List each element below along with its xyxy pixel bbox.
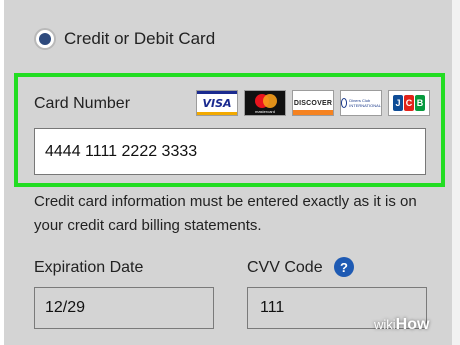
diners-club-logo: Diners Club INTERNATIONAL — [340, 90, 382, 116]
wikihow-watermark: wikiHow — [374, 316, 430, 333]
card-number-input[interactable] — [34, 128, 426, 175]
expiration-date-label: Expiration Date — [34, 259, 144, 276]
jcb-logo: J C B — [388, 90, 430, 116]
radio-button[interactable] — [34, 28, 56, 50]
card-logos: VISA mastercard DISCOVER Diners Club INT… — [196, 90, 430, 116]
discover-logo: DISCOVER — [292, 90, 334, 116]
credit-card-option[interactable]: Credit or Debit Card — [34, 28, 215, 50]
mastercard-logo: mastercard — [244, 90, 286, 116]
card-info-note: Credit card information must be entered … — [34, 193, 417, 234]
expiration-date-input[interactable] — [34, 287, 214, 329]
credit-card-option-label: Credit or Debit Card — [64, 29, 216, 48]
visa-logo: VISA — [196, 90, 238, 116]
radio-selected-dot — [39, 33, 51, 45]
help-icon[interactable]: ? — [334, 257, 354, 277]
cvv-code-label: CVV Code — [247, 259, 323, 276]
card-number-label: Card Number — [34, 95, 131, 112]
page-edge — [452, 0, 460, 345]
